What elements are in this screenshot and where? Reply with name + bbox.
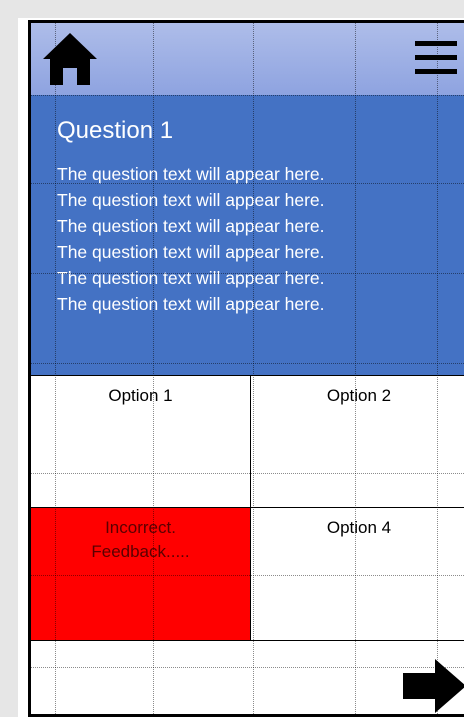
page-margin-left (0, 0, 18, 717)
question-line: The question text will appear here. (57, 216, 325, 236)
phone-frame: Question 1 The question text will appear… (28, 20, 464, 717)
option-4-button[interactable]: Option 4 (251, 508, 464, 641)
page-margin-top (0, 0, 464, 18)
option-2-label: Option 2 (326, 386, 392, 405)
option-2-button[interactable]: Option 2 (251, 375, 464, 508)
question-panel: Question 1 The question text will appear… (31, 95, 464, 375)
question-text: The question text will appear here. The … (57, 161, 325, 317)
canvas: Question 1 The question text will appear… (0, 0, 464, 717)
incorrect-feedback-text: Incorrect. Feedback..... (91, 518, 190, 561)
hamburger-menu-icon[interactable] (415, 41, 457, 75)
home-icon[interactable] (41, 31, 99, 87)
footer-bar (31, 641, 464, 714)
next-arrow-icon[interactable] (403, 659, 464, 713)
option-1-button[interactable]: Option 1 (31, 375, 251, 508)
question-line: The question text will appear here. (57, 242, 325, 262)
question-line: The question text will appear here. (57, 268, 325, 288)
option-4-label: Option 4 (326, 518, 392, 537)
question-title: Question 1 (57, 117, 174, 144)
option-3-incorrect-feedback[interactable]: Incorrect. Feedback..... (31, 508, 251, 641)
question-line: The question text will appear here. (57, 294, 325, 314)
question-line: The question text will appear here. (57, 190, 325, 210)
question-line: The question text will appear here. (57, 164, 325, 184)
option-1-label: Option 1 (108, 386, 173, 405)
header-bar (31, 23, 464, 95)
